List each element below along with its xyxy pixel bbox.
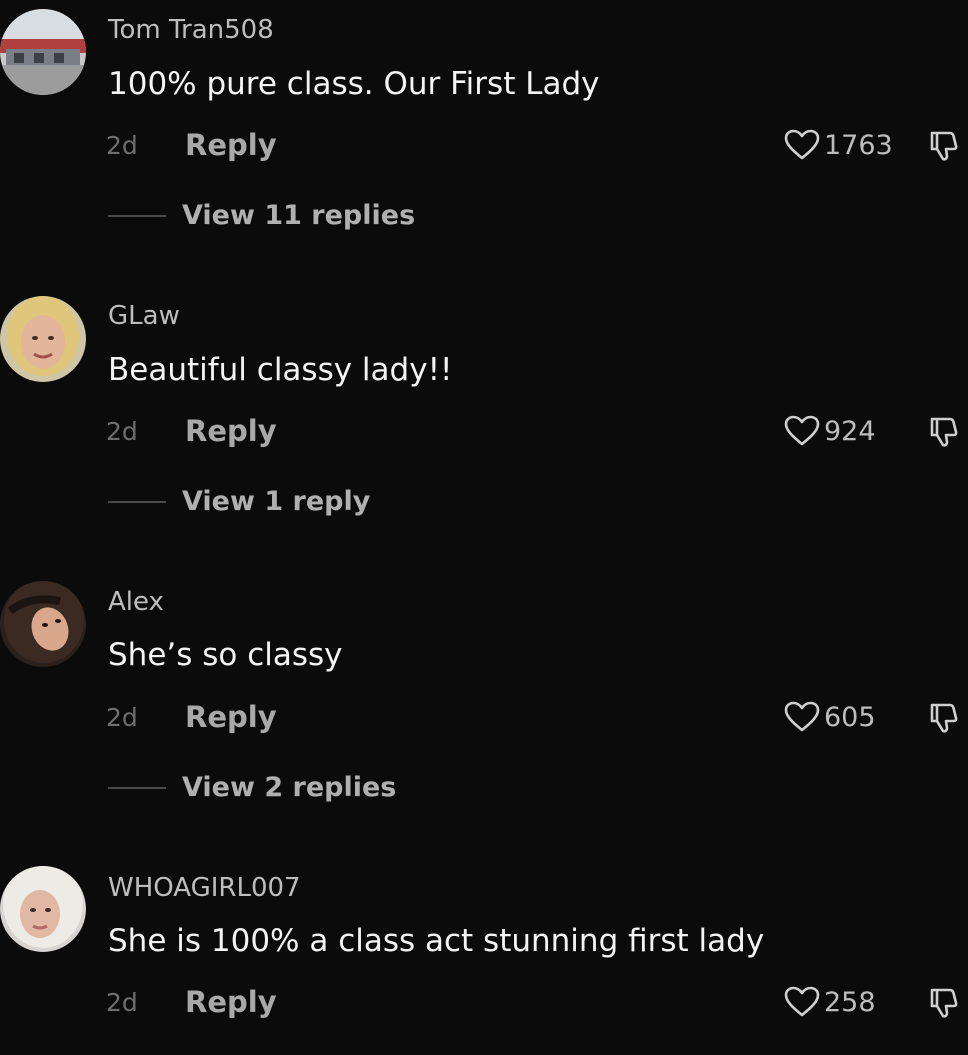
thumbs-down-icon xyxy=(928,413,964,449)
comment-time: 2d xyxy=(106,703,138,732)
avatar[interactable] xyxy=(0,866,86,952)
dislike-button[interactable] xyxy=(928,984,964,1020)
replies-divider xyxy=(108,214,166,217)
avatar[interactable] xyxy=(0,9,86,95)
replies-divider xyxy=(108,786,166,789)
heart-icon xyxy=(784,986,820,1018)
view-replies-button[interactable]: View 2 replies xyxy=(108,772,396,803)
comment-username[interactable]: Alex xyxy=(108,587,164,617)
reply-button[interactable]: Reply xyxy=(185,700,277,734)
dislike-button[interactable] xyxy=(928,413,964,449)
heart-icon xyxy=(784,129,820,161)
dislike-button[interactable] xyxy=(928,127,964,163)
heart-icon xyxy=(784,415,820,447)
comment-time: 2d xyxy=(106,131,138,160)
comment-username[interactable]: WHOAGIRL007 xyxy=(108,873,301,903)
reply-button[interactable]: Reply xyxy=(185,985,277,1019)
comment-time: 2d xyxy=(106,417,138,446)
avatar[interactable] xyxy=(0,296,86,382)
reply-button[interactable]: Reply xyxy=(185,414,277,448)
comment-time: 2d xyxy=(106,988,138,1017)
like-count: 258 xyxy=(824,986,876,1018)
like-count: 924 xyxy=(824,415,876,447)
like-count: 605 xyxy=(824,701,876,733)
view-replies-button[interactable]: View 11 replies xyxy=(108,200,415,231)
like-button[interactable]: 605 xyxy=(784,701,876,733)
thumbs-down-icon xyxy=(928,127,964,163)
heart-icon xyxy=(784,701,820,733)
comment-text: She is 100% a class act stunning first l… xyxy=(108,923,765,959)
reply-button[interactable]: Reply xyxy=(185,128,277,162)
replies-divider xyxy=(108,500,166,503)
like-button[interactable]: 1763 xyxy=(784,129,893,161)
dislike-button[interactable] xyxy=(928,699,964,735)
like-button[interactable]: 924 xyxy=(784,415,876,447)
view-replies-button[interactable]: View 1 reply xyxy=(108,486,370,517)
like-button[interactable]: 258 xyxy=(784,986,876,1018)
thumbs-down-icon xyxy=(928,984,964,1020)
view-replies-label: View 11 replies xyxy=(182,200,416,231)
view-replies-label: View 1 reply xyxy=(182,486,371,517)
comment-username[interactable]: GLaw xyxy=(108,301,180,331)
view-replies-label: View 2 replies xyxy=(182,772,397,803)
like-count: 1763 xyxy=(824,129,893,161)
comment-text: Beautiful classy lady!! xyxy=(108,352,453,388)
avatar[interactable] xyxy=(0,581,86,667)
comment-username[interactable]: Tom Tran508 xyxy=(108,15,274,45)
thumbs-down-icon xyxy=(928,699,964,735)
comment-text: 100% pure class. Our First Lady xyxy=(108,66,600,102)
comment-text: She’s so classy xyxy=(108,637,343,673)
